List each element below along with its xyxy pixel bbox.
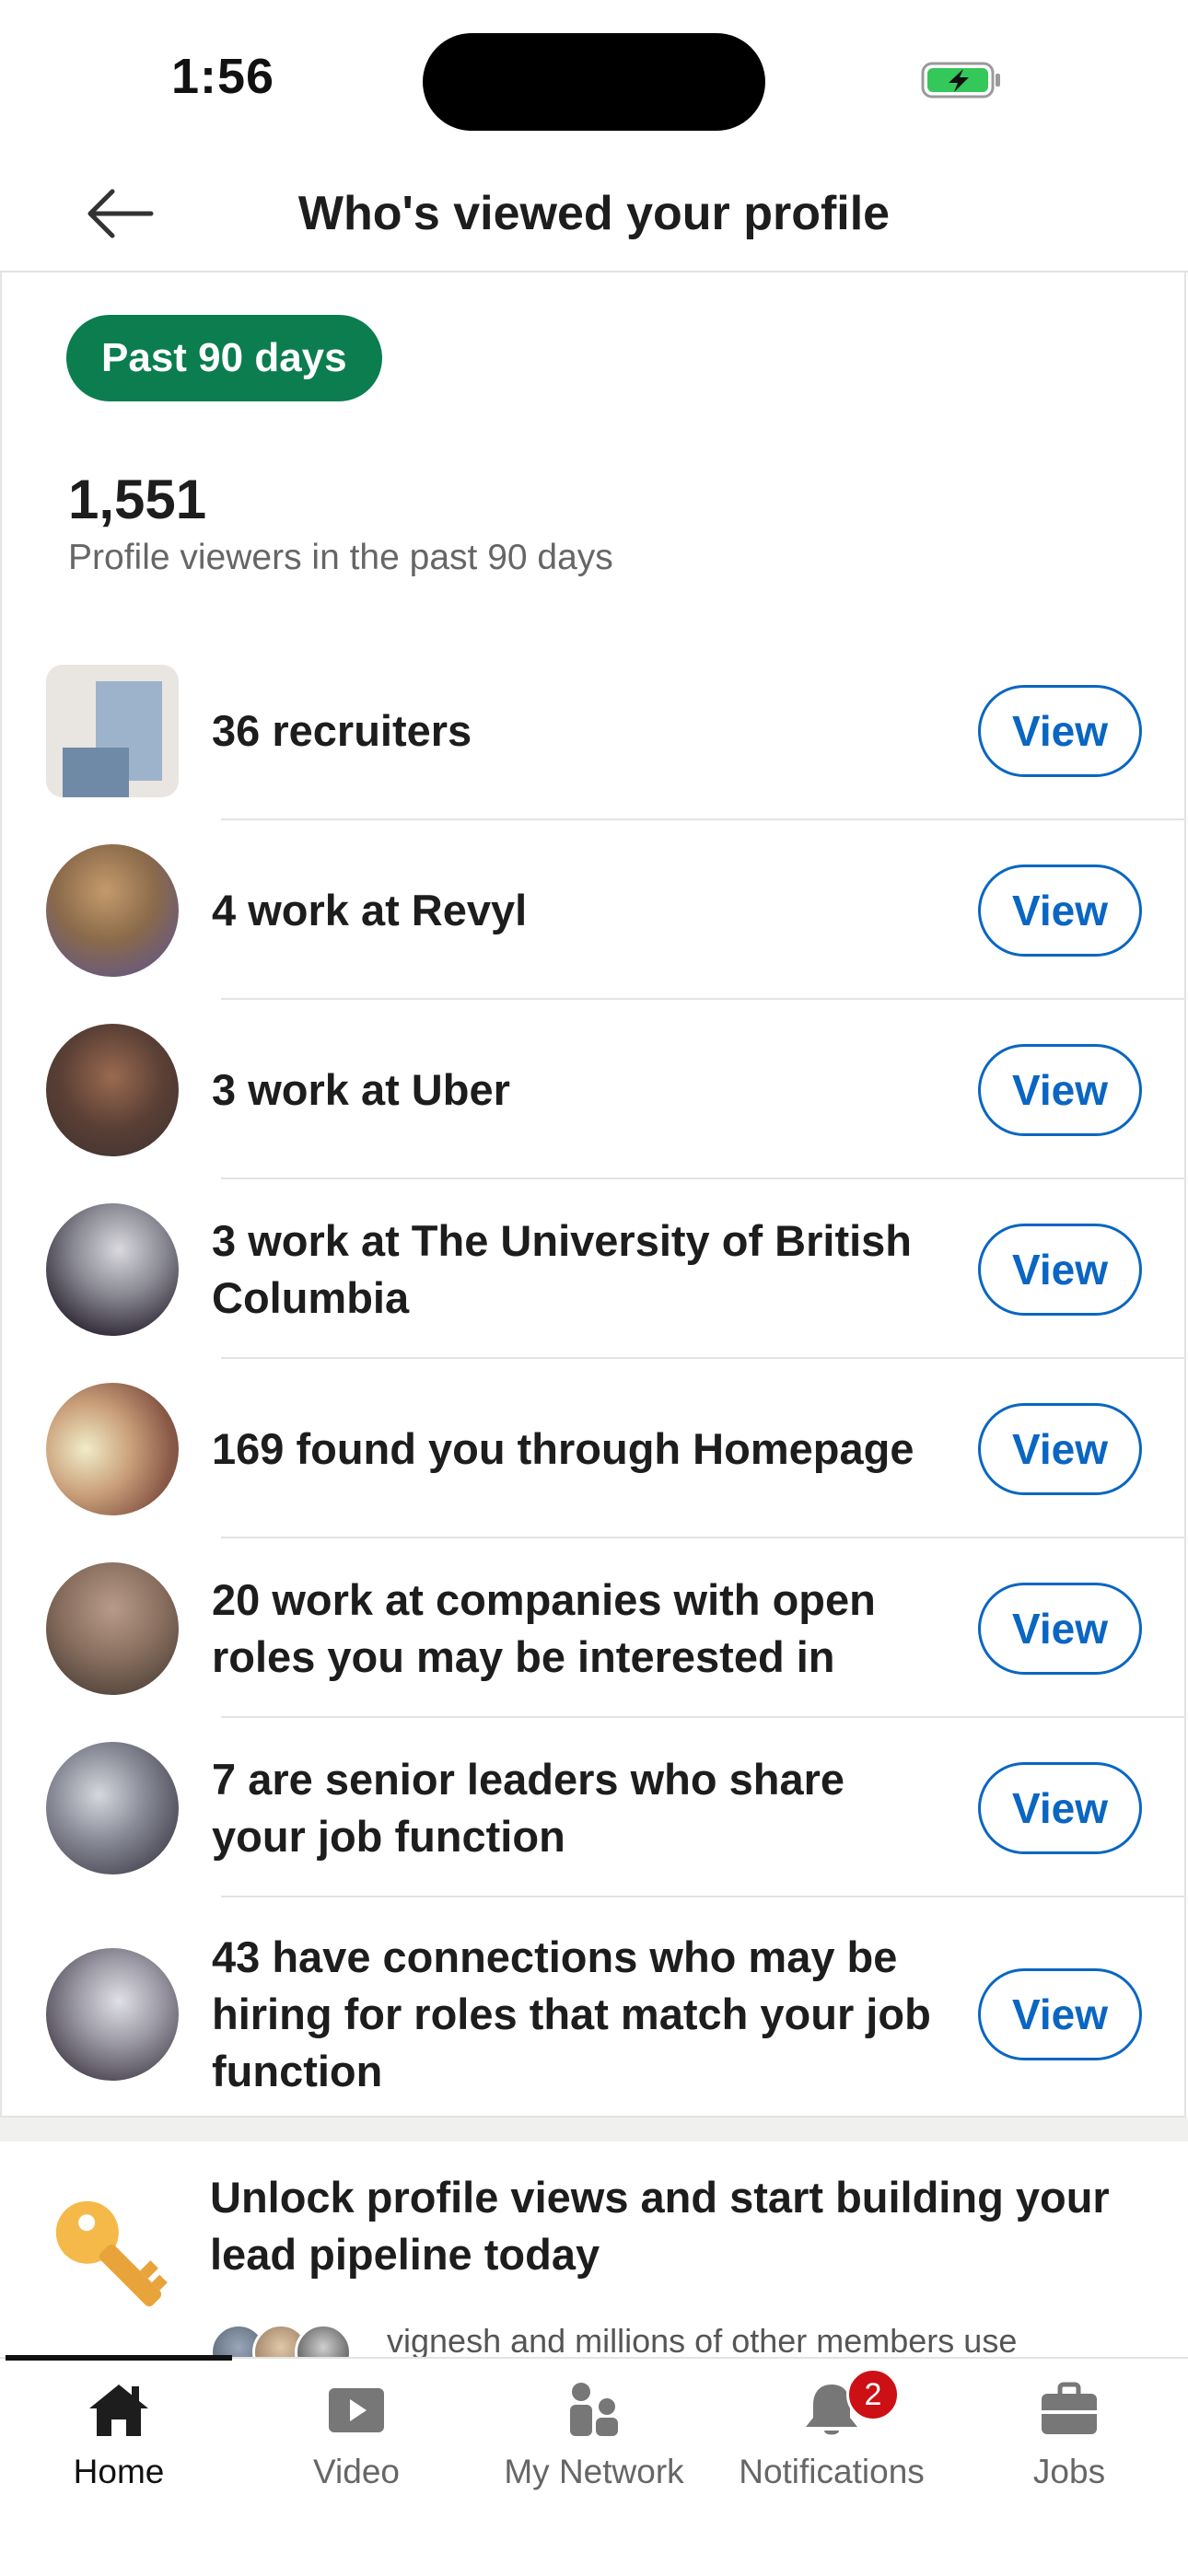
avatar [295, 2324, 352, 2357]
list-item[interactable]: 3 work at Uber View [2, 1000, 1186, 1179]
list-item-label: 20 work at companies with open roles you… [212, 1574, 876, 1681]
tab-my-network[interactable]: My Network [475, 2368, 713, 2506]
tab-label: Home [73, 2453, 165, 2490]
promo-subtitle: vignesh and millions of other members us… [387, 2322, 1018, 2357]
battery-icon [921, 62, 1000, 99]
avatar [46, 1562, 179, 1695]
viewer-count-label: Profile viewers in the past 90 days [68, 538, 613, 577]
premium-promo[interactable]: Unlock profile views and start building … [0, 2141, 1188, 2357]
tab-notifications[interactable]: 2 Notifications [713, 2368, 950, 2506]
viewers-card: Past 90 days 1,551 Profile viewers in th… [0, 273, 1186, 2118]
view-button[interactable]: View [978, 684, 1142, 777]
tab-video[interactable]: Video [238, 2368, 475, 2506]
view-button[interactable]: View [978, 1223, 1142, 1316]
page-title: Who's viewed your profile [297, 187, 891, 240]
section-divider [0, 2118, 1188, 2141]
list-item-label: 43 have connections who may be hiring fo… [212, 1932, 931, 2095]
view-button[interactable]: View [978, 1968, 1142, 2060]
status-bar: 1:56 [0, 0, 1188, 157]
avatar [46, 1203, 179, 1336]
recruiters-icon [46, 665, 179, 797]
list-item[interactable]: 169 found you through Homepage View [2, 1359, 1186, 1538]
active-tab-indicator [6, 2355, 232, 2361]
tab-label: My Network [504, 2453, 684, 2490]
tab-label: Jobs [1032, 2453, 1106, 2490]
list-item[interactable]: 43 have connections who may be hiring fo… [2, 1897, 1186, 2131]
time-range-filter[interactable]: Past 90 days [66, 315, 382, 401]
list-item[interactable]: 7 are senior leaders who share your job … [2, 1718, 1186, 1897]
list-item-label: 3 work at Uber [212, 1064, 510, 1114]
view-button[interactable]: View [978, 864, 1142, 957]
view-button[interactable]: View [978, 1582, 1142, 1675]
list-item-label: 36 recruiters [212, 705, 472, 755]
list-item-label: 169 found you through Homepage [212, 1423, 914, 1473]
view-button[interactable]: View [978, 1402, 1142, 1495]
list-item[interactable]: 36 recruiters View [2, 641, 1186, 820]
home-icon [89, 2385, 148, 2436]
avatar [46, 1383, 179, 1515]
list-item[interactable]: 3 work at The University of British Colu… [2, 1179, 1186, 1359]
tab-label: Notifications [739, 2453, 925, 2490]
view-button[interactable]: View [978, 1761, 1142, 1854]
viewer-count: 1,551 [68, 469, 207, 530]
network-icon [570, 2383, 618, 2436]
notification-badge: 2 [846, 2368, 900, 2421]
bottom-tab-bar: Home Video My Network 2 Notifications Jo… [0, 2355, 1188, 2576]
dynamic-island [423, 33, 765, 131]
tab-jobs[interactable]: Jobs [950, 2368, 1188, 2506]
avatar [46, 1948, 179, 2081]
page-header: Who's viewed your profile [0, 157, 1188, 273]
list-item-label: 4 work at Revyl [212, 885, 528, 934]
view-button[interactable]: View [978, 1043, 1142, 1136]
briefcase-icon [1042, 2382, 1097, 2434]
viewer-list: 36 recruiters View 4 work at Revyl View … [2, 641, 1186, 2131]
list-item[interactable]: 20 work at companies with open roles you… [2, 1538, 1186, 1718]
tab-label: Video [313, 2453, 400, 2490]
list-item-label: 3 work at The University of British Colu… [212, 1215, 913, 1322]
key-icon [55, 2200, 168, 2307]
avatar [46, 1024, 179, 1156]
promo-title: Unlock profile views and start building … [210, 2173, 1110, 2279]
list-item[interactable]: 4 work at Revyl View [2, 820, 1186, 1000]
video-icon [329, 2388, 384, 2432]
member-avatars [210, 2324, 367, 2357]
avatar [46, 844, 179, 977]
list-item-label: 7 are senior leaders who share your job … [212, 1754, 845, 1861]
tab-home[interactable]: Home [0, 2368, 238, 2506]
avatar [46, 1742, 179, 1874]
status-time: 1:56 [171, 49, 275, 104]
